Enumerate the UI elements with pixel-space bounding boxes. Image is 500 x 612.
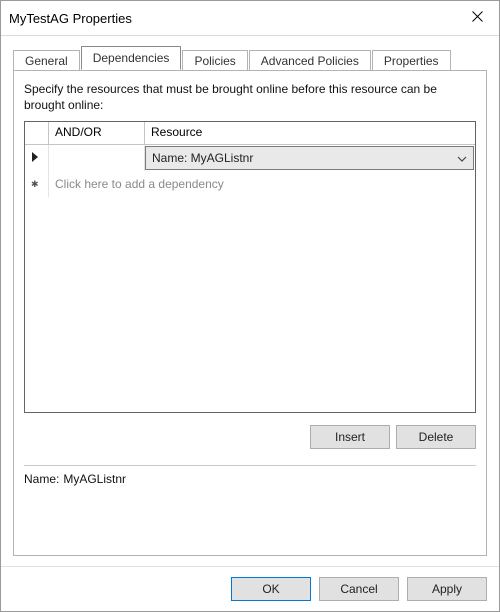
- title-bar: MyTestAG Properties: [1, 1, 499, 36]
- delete-button[interactable]: Delete: [396, 425, 476, 449]
- column-header-resource[interactable]: Resource: [145, 122, 475, 144]
- column-header-marker[interactable]: [25, 122, 49, 144]
- dropdown-value: Name: MyAGListnr: [152, 151, 253, 165]
- cell-andor[interactable]: [49, 145, 145, 171]
- name-label: Name:: [24, 472, 59, 486]
- close-button[interactable]: [457, 3, 497, 33]
- window-title: MyTestAG Properties: [9, 11, 457, 26]
- close-icon: [472, 11, 483, 25]
- ok-button[interactable]: OK: [231, 577, 311, 601]
- new-row-placeholder[interactable]: Click here to add a dependency: [49, 171, 475, 197]
- separator: [24, 465, 476, 466]
- current-row-icon: [31, 151, 39, 166]
- tab-policies[interactable]: Policies: [182, 50, 247, 71]
- column-header-andor[interactable]: AND/OR: [49, 122, 145, 144]
- tab-general[interactable]: General: [13, 50, 80, 71]
- grid-button-row: Insert Delete: [24, 425, 476, 449]
- row-marker: [25, 145, 49, 171]
- selected-name-line: Name: MyAGListnr: [24, 472, 476, 486]
- table-row-new[interactable]: ✱ Click here to add a dependency: [25, 171, 475, 197]
- chevron-down-icon: [457, 151, 467, 165]
- dependency-grid: AND/OR Resource Name: MyAGListnr: [24, 121, 476, 413]
- name-value: MyAGListnr: [63, 472, 126, 486]
- cancel-button[interactable]: Cancel: [319, 577, 399, 601]
- new-row-icon: ✱: [31, 180, 39, 189]
- tab-properties[interactable]: Properties: [372, 50, 451, 71]
- apply-button[interactable]: Apply: [407, 577, 487, 601]
- table-row[interactable]: Name: MyAGListnr: [25, 145, 475, 171]
- row-marker-new: ✱: [25, 171, 49, 197]
- dialog-footer: OK Cancel Apply: [1, 566, 499, 611]
- insert-button[interactable]: Insert: [310, 425, 390, 449]
- instructions-text: Specify the resources that must be broug…: [24, 81, 476, 113]
- grid-header: AND/OR Resource: [25, 122, 475, 145]
- tab-panel-dependencies: Specify the resources that must be broug…: [13, 70, 487, 556]
- cell-resource-dropdown[interactable]: Name: MyAGListnr: [145, 146, 474, 170]
- tab-dependencies[interactable]: Dependencies: [81, 46, 182, 70]
- properties-dialog: MyTestAG Properties General Dependencies…: [0, 0, 500, 612]
- tab-advanced-policies[interactable]: Advanced Policies: [249, 50, 371, 71]
- tab-strip: General Dependencies Policies Advanced P…: [13, 46, 487, 70]
